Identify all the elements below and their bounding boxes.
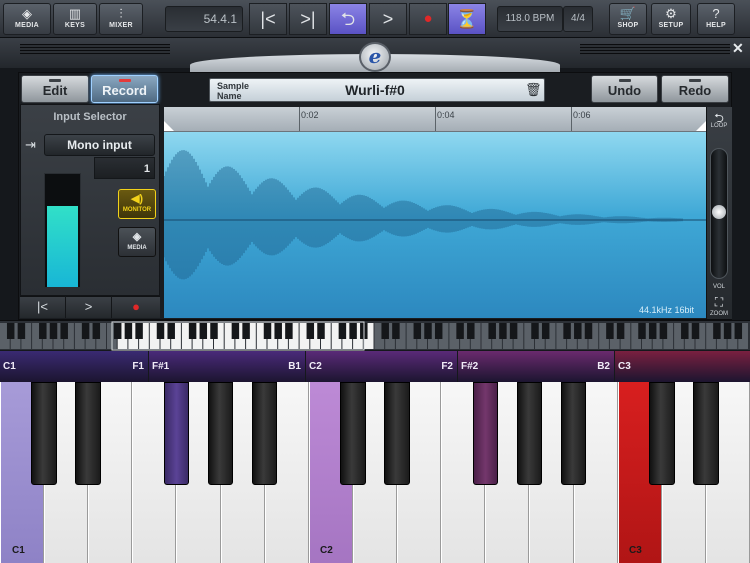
record-icon: ● xyxy=(423,10,433,27)
channel-select[interactable]: 1 xyxy=(94,157,155,179)
media-button[interactable]: ◈ MEDIA xyxy=(3,3,51,35)
keyboard-overview[interactable] xyxy=(0,320,750,351)
zone-c3[interactable]: C3 xyxy=(615,351,750,382)
input-select[interactable]: Mono input xyxy=(44,134,155,156)
mixer-button[interactable]: ⫶ MIXER xyxy=(99,3,143,35)
time-signature-display[interactable]: 4/4 xyxy=(563,6,593,32)
undo-button[interactable]: Undo xyxy=(591,75,658,103)
edit-button[interactable]: Edit xyxy=(21,75,89,103)
cycle-button[interactable]: ⮌ xyxy=(329,3,367,35)
skip-back-icon: |< xyxy=(260,9,276,29)
black-key-f#2[interactable] xyxy=(472,382,499,485)
key-label-c1: C1 xyxy=(12,545,25,556)
black-key-d#2[interactable] xyxy=(384,382,410,485)
speaker-icon: ◀) xyxy=(130,193,144,205)
key-label-c3: C3 xyxy=(629,545,642,556)
media-browse-button[interactable]: ◈ MEDIA xyxy=(118,227,156,257)
zone-c1-f1[interactable]: C1 F1 xyxy=(0,351,148,382)
black-key-g#2[interactable] xyxy=(516,382,543,485)
volume-slider-handle[interactable] xyxy=(712,205,726,219)
left-grille xyxy=(20,44,170,56)
mixer-icon: ⫶ xyxy=(119,6,123,21)
media-icon: ◈ xyxy=(22,6,32,21)
play-button[interactable]: > xyxy=(369,3,407,35)
shop-button[interactable]: 🛒 SHOP xyxy=(609,3,647,35)
keys-button[interactable]: ▥ KEYS xyxy=(53,3,97,35)
input-selector-title: Input Selector xyxy=(53,111,127,123)
zone-fs1-b1[interactable]: F#1 B1 xyxy=(149,351,305,382)
black-key-f#1[interactable] xyxy=(163,382,190,485)
zone-fs2-b2[interactable]: F#2 B2 xyxy=(458,351,614,382)
skip-forward-icon: >| xyxy=(300,9,316,29)
black-key-c#3[interactable] xyxy=(648,382,675,485)
play-icon: > xyxy=(84,299,93,314)
black-key-d#3[interactable] xyxy=(693,382,719,485)
timeline-tick-label: 0:06 xyxy=(573,110,591,120)
setup-button[interactable]: ⚙ SETUP xyxy=(651,3,691,35)
zoom-label: ZOOM xyxy=(710,311,728,317)
black-key-d#1[interactable] xyxy=(75,382,102,485)
waveform-display[interactable] xyxy=(164,132,706,318)
key-label-c2: C2 xyxy=(320,545,333,556)
volume-label: VOL xyxy=(712,284,725,290)
sample-name-value: Wurli-f#0 xyxy=(345,82,405,98)
help-icon: ? xyxy=(712,6,720,21)
play-icon: > xyxy=(382,9,394,29)
record-icon: ● xyxy=(132,299,140,314)
keys-icon: ▥ xyxy=(68,6,82,21)
panel-rewind-button[interactable]: |< xyxy=(20,296,66,318)
monitor-button[interactable]: ◀) MONITOR xyxy=(118,189,156,219)
panel-record-button[interactable]: ● xyxy=(112,296,160,318)
gear-icon: ⚙ xyxy=(665,6,677,21)
timeline-tick-label: 0:04 xyxy=(437,110,455,120)
black-key-g#1[interactable] xyxy=(207,382,234,485)
sample-format: 44.1kHz 16bit xyxy=(639,305,695,315)
close-icon[interactable]: ✕ xyxy=(732,40,744,57)
input-level-fill xyxy=(47,206,78,287)
loop-icon: ⮌ xyxy=(340,9,356,29)
metronome-icon: ⏳ xyxy=(455,9,479,29)
tempo-display[interactable]: 118.0 BPM xyxy=(497,6,563,32)
black-key-a#2[interactable] xyxy=(560,382,587,485)
loop-label: LOOP xyxy=(710,123,728,129)
forward-button[interactable]: >| xyxy=(289,3,327,35)
record-mode-button[interactable]: Record xyxy=(91,75,158,103)
waveform xyxy=(164,150,706,280)
panel-play-button[interactable]: > xyxy=(66,296,112,318)
help-button[interactable]: ? HELP xyxy=(697,3,735,35)
start-marker[interactable] xyxy=(164,121,174,131)
keyboard-overview-keys xyxy=(0,321,748,351)
zone-c2-f2[interactable]: C2 F2 xyxy=(306,351,457,382)
end-marker[interactable] xyxy=(696,121,706,131)
record-transport-button[interactable]: ● xyxy=(409,3,447,35)
metronome-button[interactable]: ⏳ xyxy=(448,3,486,35)
app-logo: e xyxy=(359,42,391,72)
rewind-button[interactable]: |< xyxy=(249,3,287,35)
sample-name-field[interactable]: Sample Name Wurli-f#0 🗑 xyxy=(209,78,545,102)
zoom-icon[interactable]: ⛶ xyxy=(706,295,732,310)
input-icon: ⇥ xyxy=(25,137,36,152)
position-display[interactable]: 54.4.1 xyxy=(165,6,243,32)
media-icon: ◈ xyxy=(132,231,142,243)
redo-button[interactable]: Redo xyxy=(661,75,729,103)
trash-icon[interactable]: 🗑 xyxy=(525,82,542,98)
black-key-c#2[interactable] xyxy=(340,382,366,485)
right-grille xyxy=(580,44,730,56)
black-key-a#1[interactable] xyxy=(251,382,278,485)
skip-back-icon: |< xyxy=(37,299,48,314)
timeline-tick-label: 0:02 xyxy=(301,110,319,120)
black-key-c#1[interactable] xyxy=(31,382,57,485)
cart-icon: 🛒 xyxy=(619,6,637,21)
